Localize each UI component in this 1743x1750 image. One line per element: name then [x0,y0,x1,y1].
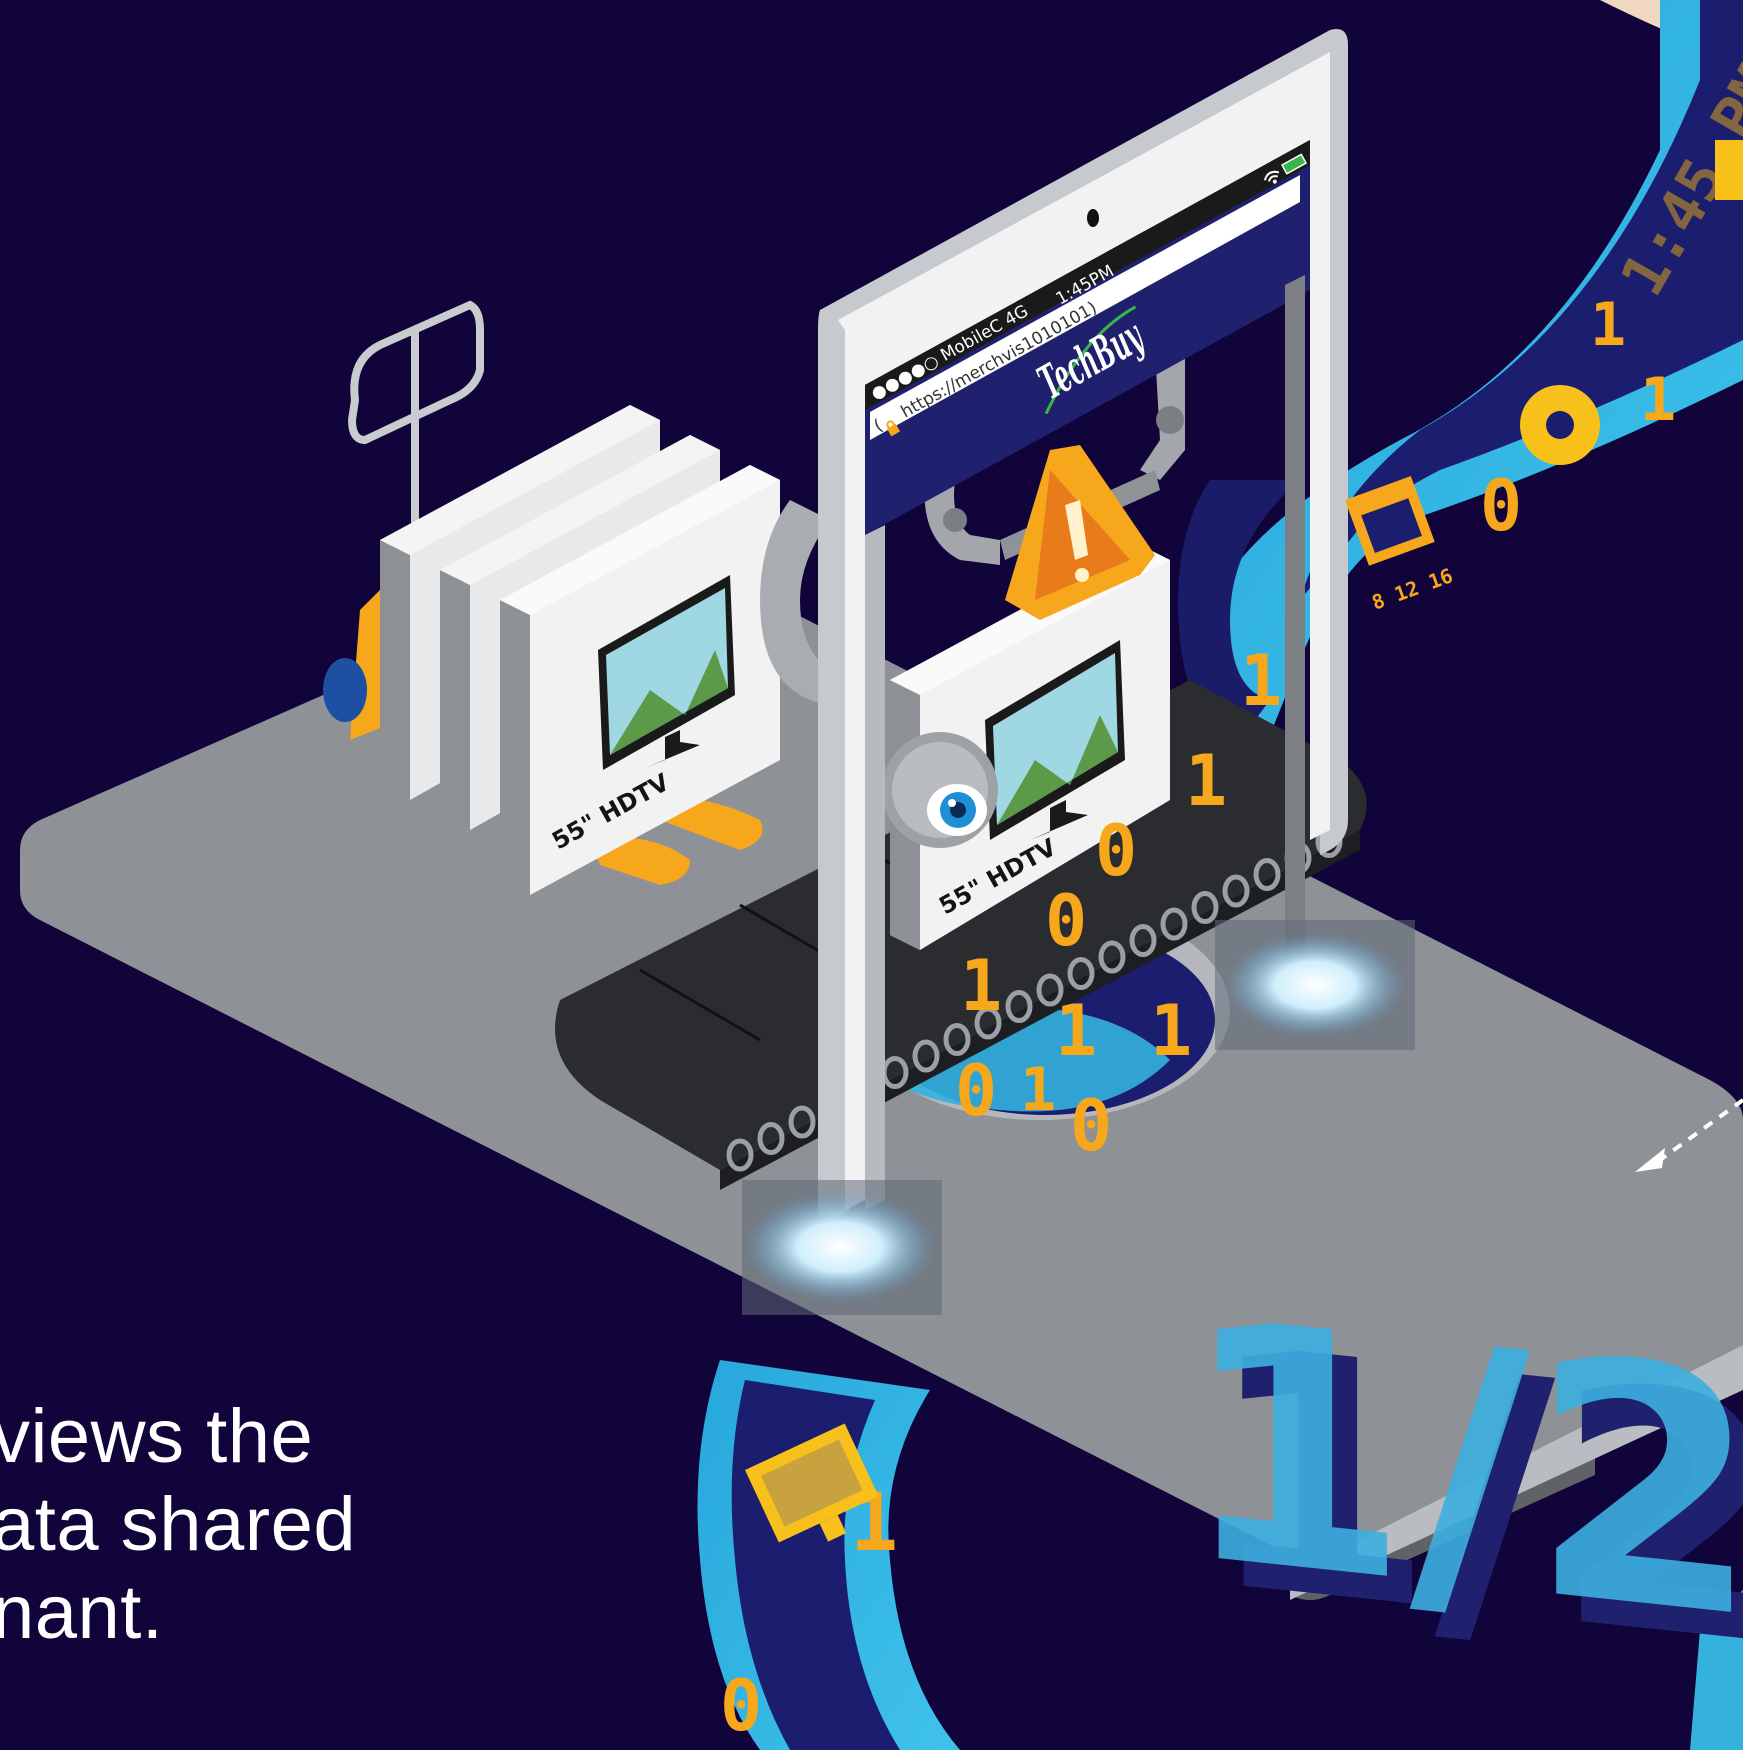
svg-text:0: 0 [1045,880,1087,962]
svg-text:1: 1 [960,945,1002,1027]
svg-text:0: 0 [955,1050,997,1132]
svg-text:1/2: 1/2 [1180,1249,1743,1694]
svg-text:1: 1 [1150,990,1192,1072]
svg-text:1: 1 [1640,365,1676,435]
svg-text:1: 1 [1020,1055,1056,1125]
svg-text:0: 0 [1070,1085,1112,1167]
glow-pad [1215,920,1415,1050]
caption-line: views the [0,1394,314,1479]
svg-text:0: 0 [1480,465,1522,547]
svg-text:1: 1 [1055,990,1097,1072]
svg-text:1: 1 [1185,740,1227,822]
svg-text:0: 0 [720,1665,762,1747]
svg-text:1: 1 [1590,290,1626,360]
glow-pad [742,1180,942,1315]
pallet-jack [347,300,484,530]
caption-line: ata shared [0,1482,357,1567]
caption-line: nant. [0,1570,164,1655]
gear-icon [1520,385,1600,465]
fraction-block: 1/2 1/2 [1180,1249,1743,1722]
date-text: 8 12 16 [1369,563,1456,614]
clock-icon [1715,140,1743,200]
svg-text:0: 0 [1095,810,1137,892]
svg-text:1: 1 [1240,640,1282,722]
eye-icon [882,732,998,848]
caption-text: views the ata shared nant. [0,1393,552,1657]
